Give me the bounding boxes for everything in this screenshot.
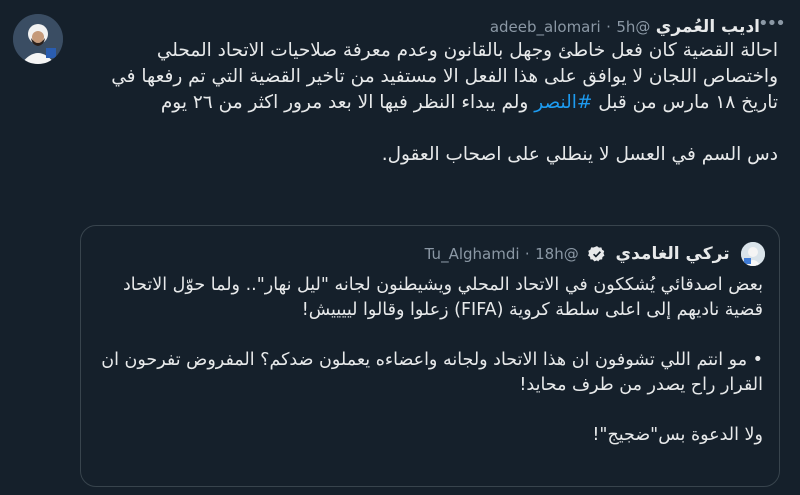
tweet-paragraph: دس السم في العسل لا ينطلي على اصحاب العق… bbox=[381, 144, 778, 165]
quoted-paragraph: ولا الدعوة بس"ضجيج"! bbox=[592, 425, 763, 445]
quoted-tweet-timestamp[interactable]: 18h bbox=[535, 245, 564, 263]
more-horizontal-icon[interactable]: ••• bbox=[758, 12, 786, 36]
quoted-author-display-name[interactable]: تركي الغامدي bbox=[616, 244, 730, 264]
quoted-tweet-header: تركي الغامدي @Tu_Alghamdi · 18h bbox=[95, 241, 765, 267]
tweet-text-part: ولم يبداء النظر فيها الا بعد مرور اكثر م… bbox=[160, 92, 529, 113]
meta-separator: · bbox=[606, 18, 611, 36]
quoted-author-avatar[interactable] bbox=[741, 242, 765, 266]
hashtag-link[interactable]: #النصر bbox=[534, 92, 592, 113]
quoted-meta-separator: · bbox=[524, 245, 530, 263]
tweet-paragraph: احالة القضية كان فعل خاطئ وجهل بالقانون … bbox=[80, 38, 778, 116]
tweet-text: احالة القضية كان فعل خاطئ وجهل بالقانون … bbox=[80, 38, 778, 168]
quoted-tweet-card[interactable]: تركي الغامدي @Tu_Alghamdi · 18h بعض اصدق… bbox=[80, 225, 780, 487]
tweet-header: اديب العُمري @adeeb_alomari · 5h bbox=[82, 14, 760, 40]
tweet[interactable]: اديب العُمري @adeeb_alomari · 5h ••• احا… bbox=[0, 0, 800, 495]
author-avatar[interactable] bbox=[13, 14, 63, 64]
tweet-timestamp[interactable]: 5h bbox=[616, 18, 635, 36]
quoted-tweet-text: بعض اصدقائي يُشككون في الاتحاد المحلي وي… bbox=[95, 273, 763, 448]
quoted-paragraph: • مو انتم اللي تشوفون ان هذا الاتحاد ولج… bbox=[101, 350, 763, 395]
quoted-paragraph: بعض اصدقائي يُشككون في الاتحاد المحلي وي… bbox=[122, 275, 763, 320]
author-display-name[interactable]: اديب العُمري bbox=[656, 17, 760, 37]
verified-badge-icon bbox=[588, 245, 606, 263]
